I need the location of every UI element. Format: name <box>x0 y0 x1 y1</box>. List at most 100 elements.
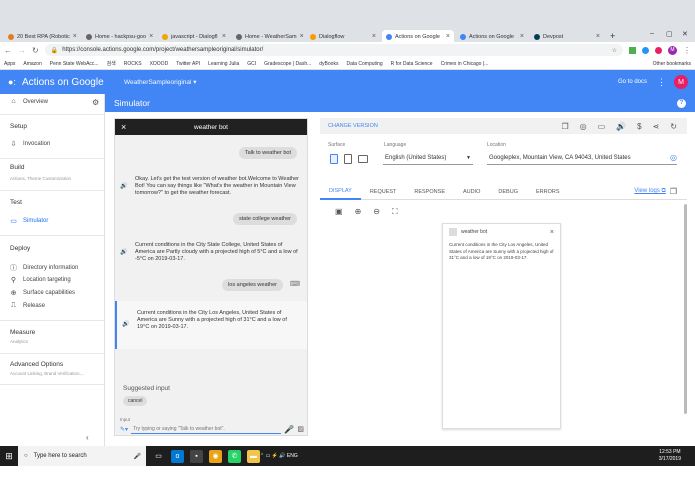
other-bookmarks[interactable]: Other bookmarks <box>653 61 691 67</box>
location-field[interactable]: Googleplex, Mountain View, CA 94043, Uni… <box>487 151 677 165</box>
speaker-icon[interactable]: 🔊 <box>120 249 127 256</box>
speaker-icon[interactable]: 🔊 <box>120 183 127 190</box>
sidebar-item-release[interactable]: ⎍ Release <box>10 302 45 310</box>
phone-icon[interactable] <box>330 154 338 164</box>
volume-icon[interactable]: 🔊 <box>616 122 626 131</box>
extension-icon[interactable] <box>655 46 662 54</box>
zoom-out-icon[interactable]: ⊖ <box>373 207 380 217</box>
url-input[interactable]: 🔒 https://console.actions.google.com/pro… <box>44 44 623 56</box>
close-tab-icon[interactable]: × <box>520 33 524 40</box>
copy-icon[interactable]: ❐ <box>670 187 677 196</box>
sidebar-item-directory[interactable]: ⓘ Directory information <box>10 263 78 273</box>
microphone-icon[interactable]: 🎤 <box>284 425 294 434</box>
view-logs-link[interactable]: View logs ⧉ <box>634 188 666 195</box>
bookmark[interactable]: Twitter API <box>176 61 200 67</box>
section-advanced[interactable]: Advanced Options <box>10 361 63 368</box>
share-icon[interactable]: ⋖ <box>653 122 660 131</box>
chat-input[interactable] <box>131 424 282 434</box>
screenshot-icon[interactable]: ▣ <box>335 207 343 217</box>
project-selector[interactable]: WeatherSampleoriginal ▾ <box>124 78 197 86</box>
bookmark[interactable]: 검색 <box>107 60 116 67</box>
mic-icon[interactable]: 🎤 <box>134 453 141 460</box>
my-location-icon[interactable]: ◎ <box>670 153 677 162</box>
close-tab-icon[interactable]: × <box>596 33 600 40</box>
close-tab-icon[interactable]: × <box>222 33 226 40</box>
reload-icon[interactable]: ↻ <box>32 46 39 55</box>
bookmark[interactable]: Gradescope | Dash... <box>264 61 311 67</box>
speaker-icon[interactable]: 🔊 <box>122 322 129 329</box>
close-tab-icon[interactable]: × <box>372 33 376 40</box>
display-device-icon[interactable] <box>358 155 368 163</box>
back-icon[interactable]: ← <box>4 46 12 55</box>
forward-icon[interactable]: → <box>18 46 26 55</box>
more-icon[interactable]: ⋮ <box>657 77 666 88</box>
tab-errors[interactable]: ERRORS <box>527 184 569 200</box>
tab-debug[interactable]: DEBUG <box>489 184 527 200</box>
close-tab-icon[interactable]: × <box>446 33 450 40</box>
bot-message-selected[interactable]: 🔊 Current conditions in the City Los Ange… <box>115 301 307 349</box>
bookmark[interactable]: dyBooks <box>319 61 338 67</box>
bookmark[interactable]: R for Data Science <box>391 61 433 67</box>
speaker-device-icon[interactable] <box>344 154 352 164</box>
collapse-sidebar-icon[interactable]: ‹ <box>86 433 89 442</box>
maximize-button[interactable]: ▢ <box>666 30 673 38</box>
avatar[interactable]: M <box>674 75 688 89</box>
system-tray[interactable]: ⌃ ▭ ⚡ 🔊 ENG <box>260 453 298 459</box>
sidebar-item-simulator[interactable]: ▭ Simulator <box>10 217 48 225</box>
task-view-icon[interactable]: ▭ <box>152 450 165 463</box>
suggestion-chip[interactable]: cancel <box>123 396 148 406</box>
bookmark[interactable]: Amazon <box>23 61 41 67</box>
taskbar-clock[interactable]: 12:53 PM 3/17/2019 <box>659 449 681 463</box>
sidebar-item-invocation[interactable]: ⇩ Invocation <box>10 140 51 148</box>
close-icon[interactable]: × <box>550 229 554 236</box>
headset-icon[interactable]: ◎ <box>580 122 587 131</box>
image-icon[interactable]: ▨ <box>297 425 304 433</box>
section-build[interactable]: Build <box>10 164 24 171</box>
change-version-button[interactable]: CHANGE VERSION <box>328 123 378 129</box>
bookmark[interactable]: Penn State WebAcc... <box>50 61 99 67</box>
minimize-button[interactable]: – <box>650 30 654 37</box>
help-icon[interactable]: ? <box>677 98 686 108</box>
sidebar-item-overview[interactable]: ⌂ Overview <box>10 98 48 105</box>
new-tab-button[interactable]: + <box>610 31 615 41</box>
taskbar-search[interactable]: ○ Type here to search 🎤 <box>18 446 146 466</box>
extension-icon[interactable] <box>629 46 636 54</box>
star-icon[interactable]: ☆ <box>612 47 617 54</box>
fullscreen-icon[interactable]: ⛶ <box>392 207 398 217</box>
bookmark[interactable]: Learning Julia <box>208 61 239 67</box>
tab-audio[interactable]: AUDIO <box>454 184 489 200</box>
close-icon[interactable]: × <box>121 122 126 132</box>
zoom-in-icon[interactable]: ⊕ <box>355 207 362 217</box>
close-tab-icon[interactable]: × <box>73 33 77 40</box>
input-mode-icon[interactable]: ✎▾ <box>120 426 128 433</box>
bookmark[interactable]: Crimes in Chicago |... <box>441 61 489 67</box>
sidebar-item-location[interactable]: ⚲ Location targeting <box>10 276 71 284</box>
close-window-button[interactable]: ✕ <box>682 30 688 38</box>
dollar-icon[interactable]: $ <box>637 122 641 131</box>
app-icon[interactable]: ▪ <box>190 449 203 463</box>
chrome-icon[interactable]: ◉ <box>209 449 222 463</box>
display-icon[interactable]: ▭ <box>598 122 606 131</box>
tab-display[interactable]: DISPLAY <box>320 184 361 200</box>
settings-gear-icon[interactable]: ⚙ <box>92 98 99 107</box>
app-logo[interactable]: ●: Actions on Google <box>8 77 112 88</box>
profile-avatar[interactable]: M <box>668 45 677 55</box>
bookmark[interactable]: ROCKS <box>124 61 142 67</box>
menu-icon[interactable]: ⋮ <box>683 46 691 55</box>
tab-response[interactable]: RESPONSE <box>405 184 454 200</box>
scrollbar[interactable] <box>684 204 687 414</box>
sidebar-item-surface[interactable]: ⊕ Surface capabilities <box>10 289 75 297</box>
bookmark[interactable]: XOOOD <box>150 61 169 67</box>
bookmark[interactable]: GCI <box>247 61 256 67</box>
bookmark[interactable]: Apps <box>4 61 15 67</box>
go-to-docs-link[interactable]: Go to docs <box>618 79 647 85</box>
windows-start-icon[interactable]: ⊞ <box>0 451 18 462</box>
refresh-icon[interactable]: ↻ <box>670 122 677 131</box>
section-measure[interactable]: Measure <box>10 329 35 336</box>
language-select[interactable]: English (United States) ▼ <box>383 151 473 165</box>
whatsapp-icon[interactable]: ✆ <box>228 449 241 463</box>
file-explorer-icon[interactable]: ▬ <box>247 449 260 463</box>
bookmark[interactable]: Data Computing <box>346 61 382 67</box>
copy-icon[interactable]: ❐ <box>561 122 568 131</box>
close-tab-icon[interactable]: × <box>300 33 304 40</box>
